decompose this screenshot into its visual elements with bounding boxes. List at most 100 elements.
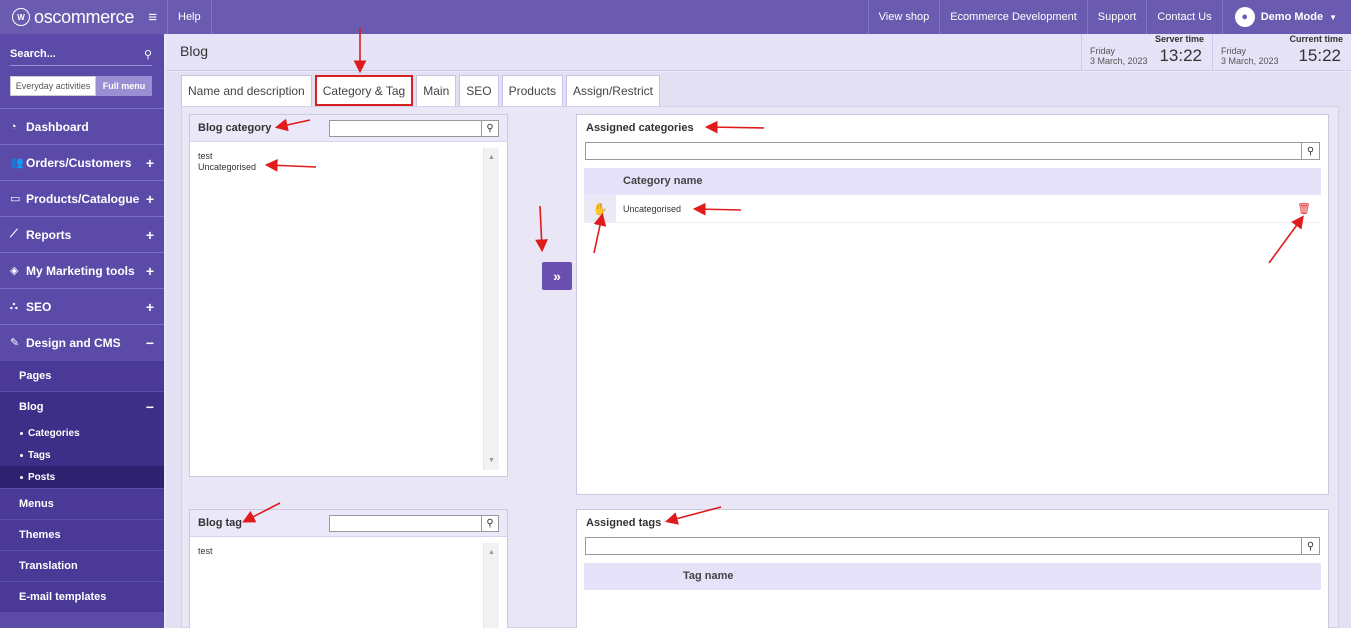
tab-main[interactable]: Main xyxy=(416,75,457,106)
sidebar-item-menus[interactable]: Menus xyxy=(0,488,164,519)
scroll-down-icon[interactable]: ▼ xyxy=(488,457,495,464)
search-icon[interactable]: ⚲ xyxy=(1301,538,1319,554)
blog-category-search-input[interactable] xyxy=(330,121,481,136)
current-time-caption: Current time xyxy=(1289,34,1343,44)
bullet-icon xyxy=(20,475,23,479)
assigned-tags-search: ⚲ xyxy=(585,537,1320,555)
assigned-categories-box: Assigned categories ⚲ Category name ✋ Un… xyxy=(576,114,1329,495)
sidebar-item-blog[interactable]: Blog − xyxy=(0,391,164,422)
search-icon[interactable]: ⚲ xyxy=(1301,143,1319,159)
scroll-up-icon[interactable]: ▲ xyxy=(488,154,495,161)
top-bar: W oscommerce ≡ Help View shop Ecommerce … xyxy=(0,0,1351,34)
scroll-up-icon[interactable]: ▲ xyxy=(488,549,495,556)
blog-tag-list: test xyxy=(198,546,213,557)
sidebar-item-orders-customers[interactable]: 👥 Orders/Customers + xyxy=(0,144,164,180)
list-item[interactable]: Uncategorised xyxy=(198,162,256,173)
category-name-column[interactable]: Category name xyxy=(623,175,702,187)
tab-name-description[interactable]: Name and description xyxy=(181,75,312,106)
assigned-categories-search-input[interactable] xyxy=(586,143,1301,159)
sidebar-item-blog-categories[interactable]: Categories xyxy=(0,422,164,444)
sidebar-item-label: E-mail templates xyxy=(19,591,107,603)
support-link[interactable]: Support xyxy=(1088,0,1148,34)
search-icon[interactable]: ⚲ xyxy=(144,48,152,61)
blog-tag-box: Blog tag ⚲ test ▲ xyxy=(189,509,508,628)
trash-icon[interactable]: 🗑 xyxy=(1297,202,1311,215)
blog-tag-title: Blog tag xyxy=(198,517,242,529)
current-time: Current time Friday 3 March, 2023 15:22 xyxy=(1212,34,1351,71)
hamburger-menu-icon[interactable]: ≡ xyxy=(148,10,157,25)
blog-category-header: Blog category ⚲ xyxy=(190,115,507,142)
current-time-date: Friday 3 March, 2023 xyxy=(1221,46,1279,66)
blog-category-title: Blog category xyxy=(198,122,272,134)
blog-category-box: Blog category ⚲ test Uncategorised ▲ ▼ xyxy=(189,114,508,477)
blog-category-list: test Uncategorised xyxy=(198,151,256,173)
user-menu[interactable]: ● Demo Mode ▼ xyxy=(1223,0,1351,34)
dashboard-icon: ◔ xyxy=(10,120,17,133)
server-time-caption: Server time xyxy=(1154,34,1204,44)
brush-icon: ✎ xyxy=(10,337,20,349)
double-chevron-right-icon: » xyxy=(553,268,561,284)
full-menu-button[interactable]: Full menu xyxy=(96,76,152,96)
tab-products[interactable]: Products xyxy=(501,75,563,106)
sidebar-item-blog-tags[interactable]: Tags xyxy=(0,444,164,466)
plus-icon: + xyxy=(145,154,154,171)
ecommerce-development-link[interactable]: Ecommerce Development xyxy=(940,0,1088,34)
tag-name-column[interactable]: Tag name xyxy=(683,570,734,582)
brand-name: oscommerce xyxy=(34,6,135,27)
server-time: Server time Friday 3 March, 2023 13:22 xyxy=(1081,34,1212,71)
sidebar-item-themes[interactable]: Themes xyxy=(0,519,164,550)
sidebar-item-products-catalogue[interactable]: ▭ Products/Catalogue + xyxy=(0,180,164,216)
sidebar-item-label: SEO xyxy=(26,299,52,314)
search-icon[interactable]: ⚲ xyxy=(481,516,498,531)
sidebar-search-input[interactable] xyxy=(10,44,152,64)
assign-selected-button[interactable]: » xyxy=(542,262,572,290)
assigned-tags-grid-header: Tag name xyxy=(584,563,1321,590)
view-shop-link[interactable]: View shop xyxy=(869,0,941,34)
sidebar-item-email-templates[interactable]: E-mail templates xyxy=(0,581,164,612)
sidebar-item-reports[interactable]: ⟋ Reports + xyxy=(0,216,164,252)
sidebar-item-label: Menus xyxy=(19,498,54,510)
sidebar-item-label: Tags xyxy=(28,449,51,461)
sidebar-item-label: Posts xyxy=(28,471,56,483)
sidebar-item-blog-posts[interactable]: Posts xyxy=(0,466,164,488)
search-icon[interactable]: ⚲ xyxy=(481,121,498,136)
blog-tag-scrollbar[interactable]: ▲ xyxy=(483,543,499,628)
tag-icon: ◈ xyxy=(10,265,19,277)
sidebar-item-translation[interactable]: Translation xyxy=(0,550,164,581)
assigned-tags-box: Assigned tags ⚲ Tag name xyxy=(576,509,1329,628)
assigned-tags-title: Assigned tags xyxy=(586,517,662,529)
blog-tag-search: ⚲ xyxy=(329,515,499,532)
sidebar-item-label: My Marketing tools xyxy=(26,263,135,278)
sidebar-item-seo[interactable]: ⛬ SEO + xyxy=(0,288,164,324)
sidebar-item-label: Reports xyxy=(26,227,72,242)
assigned-categories-title: Assigned categories xyxy=(586,122,694,134)
list-item[interactable]: test xyxy=(198,546,213,557)
tab-seo[interactable]: SEO xyxy=(459,75,499,106)
caret-down-icon: ▼ xyxy=(1329,12,1337,22)
sidebar-item-label: Products/Catalogue xyxy=(26,191,140,206)
blog-category-search: ⚲ xyxy=(329,120,499,137)
blog-tag-search-input[interactable] xyxy=(330,516,481,531)
everyday-activities-button[interactable]: Everyday activities xyxy=(10,76,96,96)
blog-category-scrollbar[interactable]: ▲ ▼ xyxy=(483,148,499,470)
sidebar-item-label: Translation xyxy=(19,560,78,572)
sidebar-item-design-cms[interactable]: ✎ Design and CMS − xyxy=(0,324,164,360)
plus-icon: + xyxy=(145,226,154,243)
sidebar-item-pages[interactable]: Pages xyxy=(0,360,164,391)
sidebar-item-label: Blog xyxy=(19,401,44,413)
plus-icon: + xyxy=(145,298,154,315)
sidebar-item-label: Categories xyxy=(28,427,80,439)
page-header: Blog Server time Friday 3 March, 2023 13… xyxy=(166,34,1351,71)
drag-hand-icon[interactable]: ✋ xyxy=(584,195,616,222)
sidebar-item-marketing-tools[interactable]: ◈ My Marketing tools + xyxy=(0,252,164,288)
tab-assign-restrict[interactable]: Assign/Restrict xyxy=(565,75,660,106)
help-link[interactable]: Help xyxy=(168,0,212,34)
current-clock: 15:22 xyxy=(1298,46,1341,65)
contact-us-link[interactable]: Contact Us xyxy=(1147,0,1223,34)
list-item[interactable]: test xyxy=(198,151,256,162)
brand[interactable]: W oscommerce ≡ xyxy=(0,0,168,34)
menu-mode-toggle: Everyday activities Full menu xyxy=(10,76,152,96)
sidebar-item-dashboard[interactable]: ◔ Dashboard xyxy=(0,108,164,144)
tab-category-tag[interactable]: Category & Tag xyxy=(314,75,414,106)
assigned-tags-search-input[interactable] xyxy=(586,538,1301,554)
